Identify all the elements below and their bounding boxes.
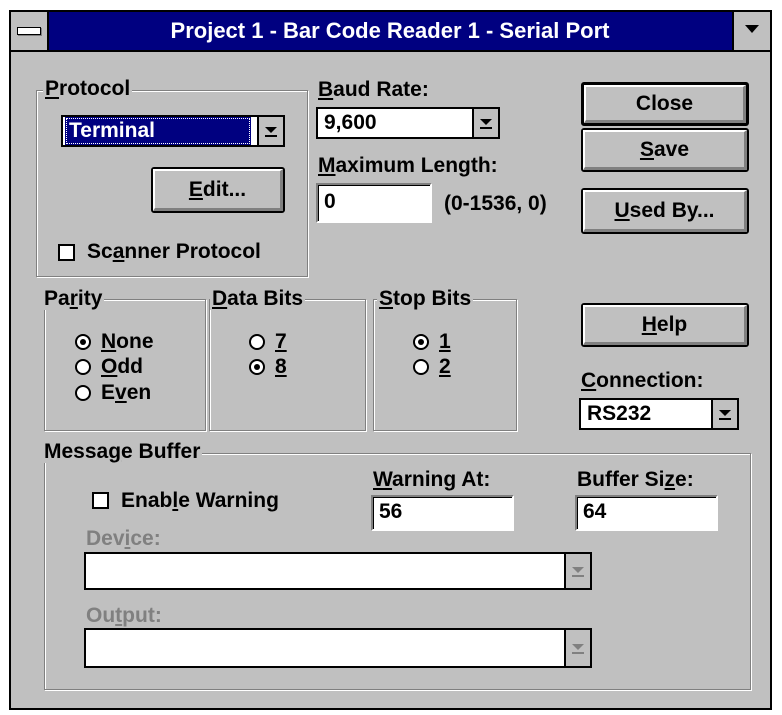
connection-value: RS232: [587, 402, 652, 425]
parity-even-radio[interactable]: [75, 385, 91, 401]
dropdown-arrow-icon: [265, 127, 277, 137]
scanner-protocol-checkbox[interactable]: [58, 244, 75, 261]
stop-bits-2-radio[interactable]: [413, 359, 429, 375]
connection-label: Connection:: [581, 369, 704, 392]
baud-rate-label: Baud Rate:: [318, 78, 429, 101]
buffer-size-label: Buffer Size:: [577, 468, 694, 491]
help-button[interactable]: Help: [581, 303, 749, 347]
data-bits-group: [209, 299, 366, 431]
serial-port-dialog: Project 1 - Bar Code Reader 1 - Serial P…: [9, 10, 772, 710]
enable-warning-checkbox[interactable]: [92, 492, 109, 509]
dropdown-arrow-icon: [572, 644, 584, 654]
title-bar: Project 1 - Bar Code Reader 1 - Serial P…: [11, 12, 770, 52]
protocol-combo[interactable]: Terminal: [61, 115, 285, 147]
save-button[interactable]: Save: [581, 128, 749, 172]
down-arrow-icon: [745, 25, 759, 33]
warning-at-input[interactable]: 56: [371, 495, 514, 531]
parity-group-label: Parity: [42, 287, 105, 310]
data-bits-group-label: Data Bits: [210, 287, 306, 310]
data-bits-7-label: 7: [275, 330, 287, 353]
buffer-size-input[interactable]: 64: [575, 495, 718, 531]
connection-dropdown-button[interactable]: [711, 400, 737, 428]
window-title: Project 1 - Bar Code Reader 1 - Serial P…: [170, 18, 610, 43]
used-by-button[interactable]: Used By...: [581, 188, 749, 234]
device-label: Device:: [86, 527, 161, 550]
parity-odd-radio[interactable]: [75, 359, 91, 375]
parity-even-label: Even: [101, 381, 152, 404]
connection-combo[interactable]: RS232: [579, 398, 739, 430]
enable-warning-label: Enable Warning: [121, 489, 279, 512]
data-bits-7-radio[interactable]: [249, 334, 265, 350]
maximum-length-hint: (0-1536, 0): [444, 192, 547, 215]
device-combo[interactable]: [84, 552, 592, 590]
output-dropdown-button[interactable]: [564, 630, 590, 666]
output-combo[interactable]: [84, 628, 592, 668]
dropdown-arrow-icon: [719, 410, 731, 420]
stop-bits-1-radio[interactable]: [413, 334, 429, 350]
protocol-group-label: Protocol: [43, 77, 133, 100]
warning-at-label: Warning At:: [373, 468, 491, 491]
data-bits-8-label: 8: [275, 355, 287, 378]
parity-odd-label: Odd: [101, 355, 143, 378]
data-bits-8-radio[interactable]: [249, 359, 265, 375]
system-menu-icon[interactable]: [11, 12, 49, 50]
scanner-protocol-label: Scanner Protocol: [87, 240, 261, 263]
stop-bits-2-label: 2: [439, 355, 451, 378]
baud-rate-combo[interactable]: 9,600: [316, 107, 500, 139]
maximum-length-input[interactable]: 0: [316, 183, 432, 223]
protocol-dropdown-button[interactable]: [257, 117, 283, 145]
close-button[interactable]: Close: [581, 82, 749, 126]
baud-rate-dropdown-button[interactable]: [472, 109, 498, 137]
dropdown-arrow-icon: [572, 567, 584, 577]
edit-button[interactable]: Edit...: [151, 167, 285, 213]
protocol-selected: Terminal: [65, 117, 251, 145]
parity-none-label: None: [101, 330, 154, 353]
maximum-length-label: Maximum Length:: [318, 154, 498, 177]
output-label: Output:: [86, 604, 162, 627]
minimize-button[interactable]: [732, 12, 770, 50]
stop-bits-1-label: 1: [439, 330, 451, 353]
message-buffer-group-label: Message Buffer: [42, 440, 203, 463]
baud-rate-value: 9,600: [324, 111, 377, 134]
parity-none-radio[interactable]: [75, 334, 91, 350]
stop-bits-group-label: Stop Bits: [377, 287, 474, 310]
dropdown-arrow-icon: [480, 119, 492, 129]
device-dropdown-button[interactable]: [564, 554, 590, 588]
